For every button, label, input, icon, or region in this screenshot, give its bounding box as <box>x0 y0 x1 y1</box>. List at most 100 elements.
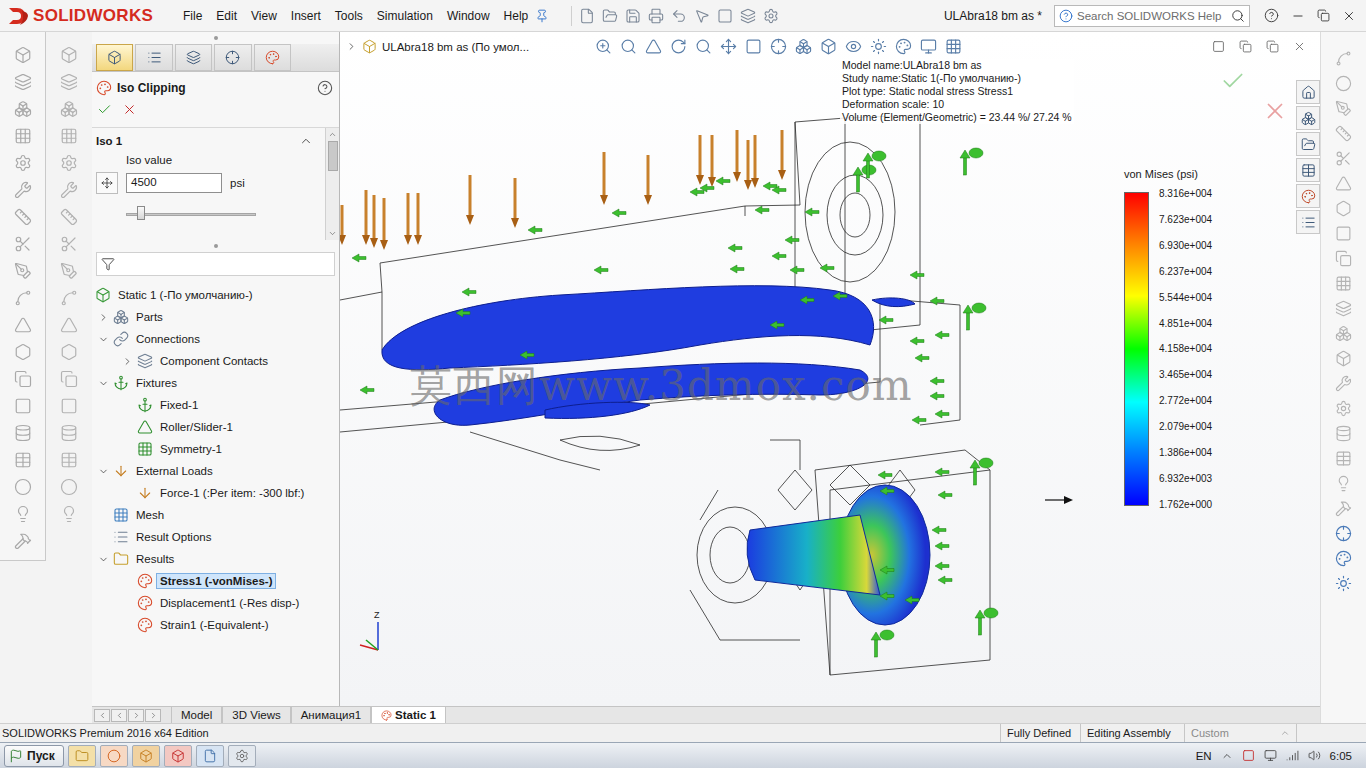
sketch-tool-icon[interactable] <box>1335 475 1352 492</box>
sketch-tool-icon[interactable] <box>1335 550 1352 567</box>
document-tab[interactable]: 3D Views <box>222 707 290 723</box>
view-tool-icon[interactable] <box>845 38 862 55</box>
toolbar-button-icon[interactable] <box>602 8 618 24</box>
command-icon[interactable] <box>60 208 78 226</box>
command-icon[interactable] <box>60 370 78 388</box>
tree-item[interactable]: Strain1 (-Equivalent-) <box>92 614 339 636</box>
confirm-corner-ok[interactable] <box>1220 68 1246 97</box>
iso-slider[interactable] <box>126 206 256 222</box>
command-icon[interactable] <box>60 73 78 91</box>
tree-item[interactable]: Fixed-1 <box>92 394 339 416</box>
taskbar-app[interactable] <box>132 745 160 767</box>
sketch-tool-icon[interactable] <box>1335 250 1352 267</box>
view-tool-icon[interactable] <box>945 38 962 55</box>
command-icon[interactable] <box>14 397 32 415</box>
toolbar-button-icon[interactable] <box>740 8 756 24</box>
tree-item[interactable]: Symmetry-1 <box>92 438 339 460</box>
view-tool-icon[interactable] <box>795 38 812 55</box>
tree-item[interactable]: Parts <box>92 306 339 328</box>
command-icon[interactable] <box>60 316 78 334</box>
unit-system[interactable]: Custom <box>1184 724 1296 742</box>
panel-tab[interactable] <box>254 44 291 71</box>
tree-item[interactable]: Displacement1 (-Res disp-) <box>92 592 339 614</box>
view-tool-icon[interactable] <box>870 38 887 55</box>
menu-item[interactable]: Simulation <box>370 7 440 25</box>
menu-item[interactable]: File <box>176 7 209 25</box>
command-icon[interactable] <box>60 262 78 280</box>
clock[interactable]: 6:05 <box>1330 750 1352 762</box>
panel-tab[interactable] <box>175 44 212 71</box>
view-control-icon[interactable] <box>1212 40 1225 53</box>
command-icon[interactable] <box>60 451 78 469</box>
view-tool-icon[interactable] <box>770 38 787 55</box>
view-tool-icon[interactable] <box>820 38 837 55</box>
view-tool-icon[interactable] <box>695 38 712 55</box>
command-icon[interactable] <box>60 343 78 361</box>
menu-item[interactable]: Help <box>497 7 536 25</box>
sketch-tool-icon[interactable] <box>1335 375 1352 392</box>
taskbar-app[interactable] <box>164 745 192 767</box>
command-icon[interactable] <box>60 127 78 145</box>
sketch-tool-icon[interactable] <box>1335 50 1352 67</box>
toolbar-button-icon[interactable] <box>579 8 595 24</box>
tree-filter[interactable] <box>96 252 335 276</box>
view-control-icon[interactable] <box>1293 40 1306 53</box>
command-icon[interactable] <box>60 424 78 442</box>
sketch-tool-icon[interactable] <box>1335 100 1352 117</box>
help-icon[interactable] <box>317 80 333 96</box>
command-icon[interactable] <box>14 208 32 226</box>
pin-icon[interactable] <box>535 9 549 23</box>
sketch-tool-icon[interactable] <box>1335 525 1352 542</box>
sketch-tool-icon[interactable] <box>1335 150 1352 167</box>
ok-icon[interactable] <box>97 102 112 117</box>
tree-item[interactable]: External Loads <box>92 460 339 482</box>
toolbar-button-icon[interactable] <box>648 8 664 24</box>
sketch-tool-icon[interactable] <box>1335 325 1352 342</box>
command-icon[interactable] <box>14 478 32 496</box>
view-tool-icon[interactable] <box>595 38 612 55</box>
sketch-tool-icon[interactable] <box>1335 500 1352 517</box>
toolbar-button-icon[interactable] <box>763 8 779 24</box>
sketch-tool-icon[interactable] <box>1335 450 1352 467</box>
sketch-tool-icon[interactable] <box>1335 125 1352 142</box>
task-pane-button[interactable] <box>1296 80 1320 104</box>
document-tab[interactable]: Model <box>171 707 222 723</box>
command-icon[interactable] <box>14 424 32 442</box>
task-pane-button[interactable] <box>1296 106 1320 130</box>
toolbar-button-icon[interactable] <box>717 8 733 24</box>
panel-tab[interactable] <box>214 44 251 71</box>
iso-value-button[interactable] <box>96 172 118 194</box>
command-icon[interactable] <box>14 154 32 172</box>
panel-tab[interactable] <box>135 44 172 71</box>
command-icon[interactable] <box>60 100 78 118</box>
command-icon[interactable] <box>14 451 32 469</box>
sketch-tool-icon[interactable] <box>1335 175 1352 192</box>
command-icon[interactable] <box>60 289 78 307</box>
task-pane-button[interactable] <box>1296 132 1320 156</box>
taskbar-app[interactable] <box>100 745 128 767</box>
command-icon[interactable] <box>14 73 32 91</box>
tree-item[interactable]: Results <box>92 548 339 570</box>
tab-nav-button[interactable] <box>128 709 144 722</box>
view-tool-icon[interactable] <box>670 38 687 55</box>
sketch-tool-icon[interactable] <box>1335 575 1352 592</box>
command-icon[interactable] <box>14 262 32 280</box>
taskbar-app[interactable] <box>228 745 256 767</box>
toolbar-button-icon[interactable] <box>671 8 687 24</box>
iso-value-input[interactable]: 4500 <box>126 173 222 193</box>
tree-item[interactable]: Force-1 (:Per item: -300 lbf:) <box>92 482 339 504</box>
sketch-tool-icon[interactable] <box>1335 200 1352 217</box>
view-control-icon[interactable] <box>1266 40 1279 53</box>
command-icon[interactable] <box>60 46 78 64</box>
sketch-tool-icon[interactable] <box>1335 300 1352 317</box>
document-tab[interactable]: Static 1 <box>371 707 446 723</box>
command-icon[interactable] <box>60 181 78 199</box>
view-tool-icon[interactable] <box>645 38 662 55</box>
command-icon[interactable] <box>14 100 32 118</box>
tree-item[interactable]: Fixtures <box>92 372 339 394</box>
scrollbar[interactable] <box>325 128 339 240</box>
command-icon[interactable] <box>60 478 78 496</box>
tree-item[interactable]: Component Contacts <box>92 350 339 372</box>
splitter-handle[interactable] <box>214 244 218 248</box>
menu-item[interactable]: Tools <box>328 7 370 25</box>
